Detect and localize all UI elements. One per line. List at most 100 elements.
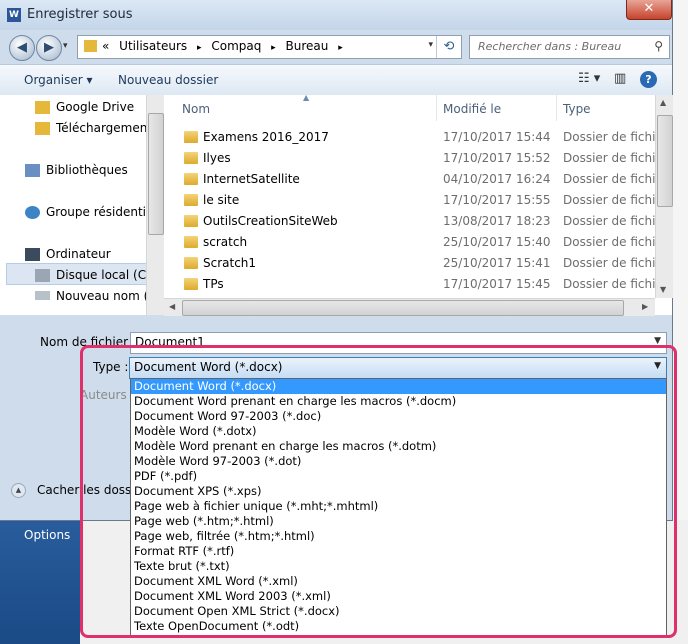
column-header-name[interactable]: Nom <box>182 102 210 128</box>
scroll-left-icon[interactable]: ◀ <box>169 302 175 311</box>
horizontal-scroll-thumb[interactable] <box>182 300 624 316</box>
address-dropdown-icon[interactable]: ▾ <box>428 40 433 50</box>
file-name: le site <box>203 193 240 207</box>
downloads-icon <box>35 122 50 135</box>
search-icon[interactable]: ⚲ <box>654 39 663 53</box>
organize-button[interactable]: Organiser ▾ <box>24 73 92 87</box>
libraries-icon <box>25 164 40 177</box>
nav-downloads[interactable]: Téléchargements <box>56 121 146 135</box>
type-option[interactable]: Texte brut (*.txt) <box>131 559 666 574</box>
type-option[interactable]: Modèle Word 97-2003 (*.dot) <box>131 454 666 469</box>
nav-new-drive[interactable]: Nouveau nom (G <box>56 289 146 303</box>
help-icon[interactable]: ? <box>640 71 657 88</box>
type-option[interactable]: Document Open XML Strict (*.docx) <box>131 604 666 619</box>
folder-icon <box>184 236 198 248</box>
history-dropdown-icon[interactable]: ▾ <box>63 41 68 51</box>
drive-g-icon <box>35 291 50 300</box>
vertical-scroll-thumb[interactable] <box>657 115 673 207</box>
breadcrumb-utilisateurs[interactable]: Utilisateurs <box>119 39 187 53</box>
nav-local-disk[interactable]: Disque local (C:) <box>56 268 146 282</box>
breadcrumb-overflow[interactable]: « <box>102 39 109 53</box>
file-list-vertical-scrollbar[interactable]: ▲ ▼ <box>655 95 673 298</box>
nav-computer[interactable]: Ordinateur <box>46 247 111 261</box>
preview-pane-icon[interactable]: ▥ <box>614 71 626 86</box>
file-date: 13/08/2017 18:23 <box>443 214 551 228</box>
column-header-type[interactable]: Type <box>563 102 591 128</box>
file-list: ▲ Nom Modifié le Type Examens 2016_2017 1… <box>164 95 672 315</box>
type-option[interactable]: Page web, filtrée (*.htm;*.html) <box>131 529 666 544</box>
nav-google-drive[interactable]: Google Drive <box>56 100 134 114</box>
type-option[interactable]: Format RTF (*.rtf) <box>131 544 666 559</box>
type-option[interactable]: PDF (*.pdf) <box>131 469 666 484</box>
scroll-down-icon[interactable]: ▼ <box>660 285 666 294</box>
scroll-up-icon[interactable]: ▲ <box>660 98 666 107</box>
file-date: 17/10/2017 15:55 <box>443 193 551 207</box>
type-option[interactable]: Document Word 97-2003 (*.doc) <box>131 409 666 424</box>
close-button[interactable]: ✕ <box>626 0 672 20</box>
file-name: Examens 2016_2017 <box>203 130 329 144</box>
column-header-modified[interactable]: Modifié le <box>443 102 501 128</box>
breadcrumb-chevron-icon[interactable]: ▸ <box>338 43 343 53</box>
chevron-down-icon[interactable]: ▼ <box>654 336 661 346</box>
file-name: InternetSatellite <box>203 172 300 186</box>
drive-c-icon <box>35 269 50 282</box>
file-row[interactable]: Examens 2016_2017 17/10/2017 15:44 Dossier… <box>164 127 672 148</box>
file-row[interactable]: Ilyes 17/10/2017 15:52 Dossier de fichiers <box>164 148 672 169</box>
file-row[interactable]: le site 17/10/2017 15:55 Dossier de fichie… <box>164 190 672 211</box>
file-date: 25/10/2017 15:40 <box>443 235 551 249</box>
type-option[interactable]: Modèle Word (*.dotx) <box>131 424 666 439</box>
chevron-up-icon: ▲ <box>11 483 26 498</box>
file-row[interactable]: TPs 17/10/2017 15:45 Dossier de fichiers <box>164 274 672 295</box>
filename-field[interactable]: Document1 ▼ <box>130 332 667 354</box>
type-option[interactable]: Document XML Word (*.xml) <box>131 574 666 589</box>
address-bar[interactable]: « Utilisateurs ▸ Compaq ▸ Bureau ▸ ▾ ⟲ <box>77 35 462 59</box>
folder-icon <box>184 131 198 143</box>
file-row[interactable]: Scratch1 25/10/2017 15:41 Dossier de fichi… <box>164 253 672 274</box>
file-name: Scratch1 <box>203 256 257 270</box>
nav-homegroup[interactable]: Groupe résidentiel <box>46 205 146 219</box>
breadcrumb-compaq[interactable]: Compaq <box>211 39 261 53</box>
navigation-pane: Google Drive Téléchargements Bibliothèqu… <box>0 95 146 315</box>
type-option[interactable]: Page web à fichier unique (*.mht;*.mhtml… <box>131 499 666 514</box>
folder-icon <box>184 152 198 164</box>
options-menu-item[interactable]: Options <box>24 528 70 542</box>
authors-label: Auteurs : <box>80 388 135 402</box>
file-list-horizontal-scrollbar[interactable]: ◀ ▶ <box>164 298 655 316</box>
type-option[interactable]: Page web (*.htm;*.html) <box>131 514 666 529</box>
column-separator[interactable] <box>436 95 437 121</box>
homegroup-icon <box>25 206 40 219</box>
type-option[interactable]: Modèle Word prenant en charge les macros… <box>131 439 666 454</box>
type-option[interactable]: Texte OpenDocument (*.odt) <box>131 619 666 634</box>
file-date: 17/10/2017 15:44 <box>443 130 551 144</box>
nav-scrollbar[interactable] <box>146 95 164 315</box>
nav-scroll-thumb[interactable] <box>148 113 164 235</box>
folder-icon <box>184 215 198 227</box>
type-option[interactable]: Document XML Word 2003 (*.xml) <box>131 589 666 604</box>
breadcrumb-bureau[interactable]: Bureau <box>286 39 329 53</box>
command-bar: Organiser ▾ Nouveau dossier ☷ ▾ ▥ ? <box>0 64 672 96</box>
chevron-down-icon[interactable]: ▼ <box>654 361 661 371</box>
back-button[interactable]: ◀ <box>9 35 35 61</box>
file-row[interactable]: scratch 25/10/2017 15:40 Dossier de fichie… <box>164 232 672 253</box>
file-row[interactable]: OutilsCreationSiteWeb 13/08/2017 18:23 Dos… <box>164 211 672 232</box>
breadcrumb-chevron-icon[interactable]: ▸ <box>197 43 202 53</box>
filename-value: Document1 <box>135 335 205 349</box>
type-option[interactable]: Document Word (*.docx) <box>131 379 666 394</box>
dialog-title: Enregistrer sous <box>27 7 133 22</box>
breadcrumb-chevron-icon[interactable]: ▸ <box>271 43 276 53</box>
new-folder-button[interactable]: Nouveau dossier <box>118 73 218 87</box>
search-input[interactable]: Rechercher dans : Bureau ⚲ <box>469 35 670 59</box>
column-separator[interactable] <box>556 95 557 121</box>
breadcrumb: « Utilisateurs ▸ Compaq ▸ Bureau ▸ <box>102 39 349 53</box>
type-option[interactable]: Document Word prenant en charge les macr… <box>131 394 666 409</box>
nav-libraries[interactable]: Bibliothèques <box>46 163 128 177</box>
file-date: 17/10/2017 15:52 <box>443 151 551 165</box>
forward-button[interactable]: ▶ <box>36 35 62 61</box>
refresh-icon[interactable]: ⟲ <box>436 36 461 58</box>
views-icon[interactable]: ☷ ▾ <box>578 71 600 86</box>
type-select[interactable]: Document Word (*.docx) ▼ <box>129 357 667 379</box>
scroll-right-icon[interactable]: ▶ <box>642 302 648 311</box>
file-date: 17/10/2017 15:45 <box>443 277 551 291</box>
file-row[interactable]: InternetSatellite 04/10/2017 16:24 Dossier… <box>164 169 672 190</box>
type-option[interactable]: Document XPS (*.xps) <box>131 484 666 499</box>
